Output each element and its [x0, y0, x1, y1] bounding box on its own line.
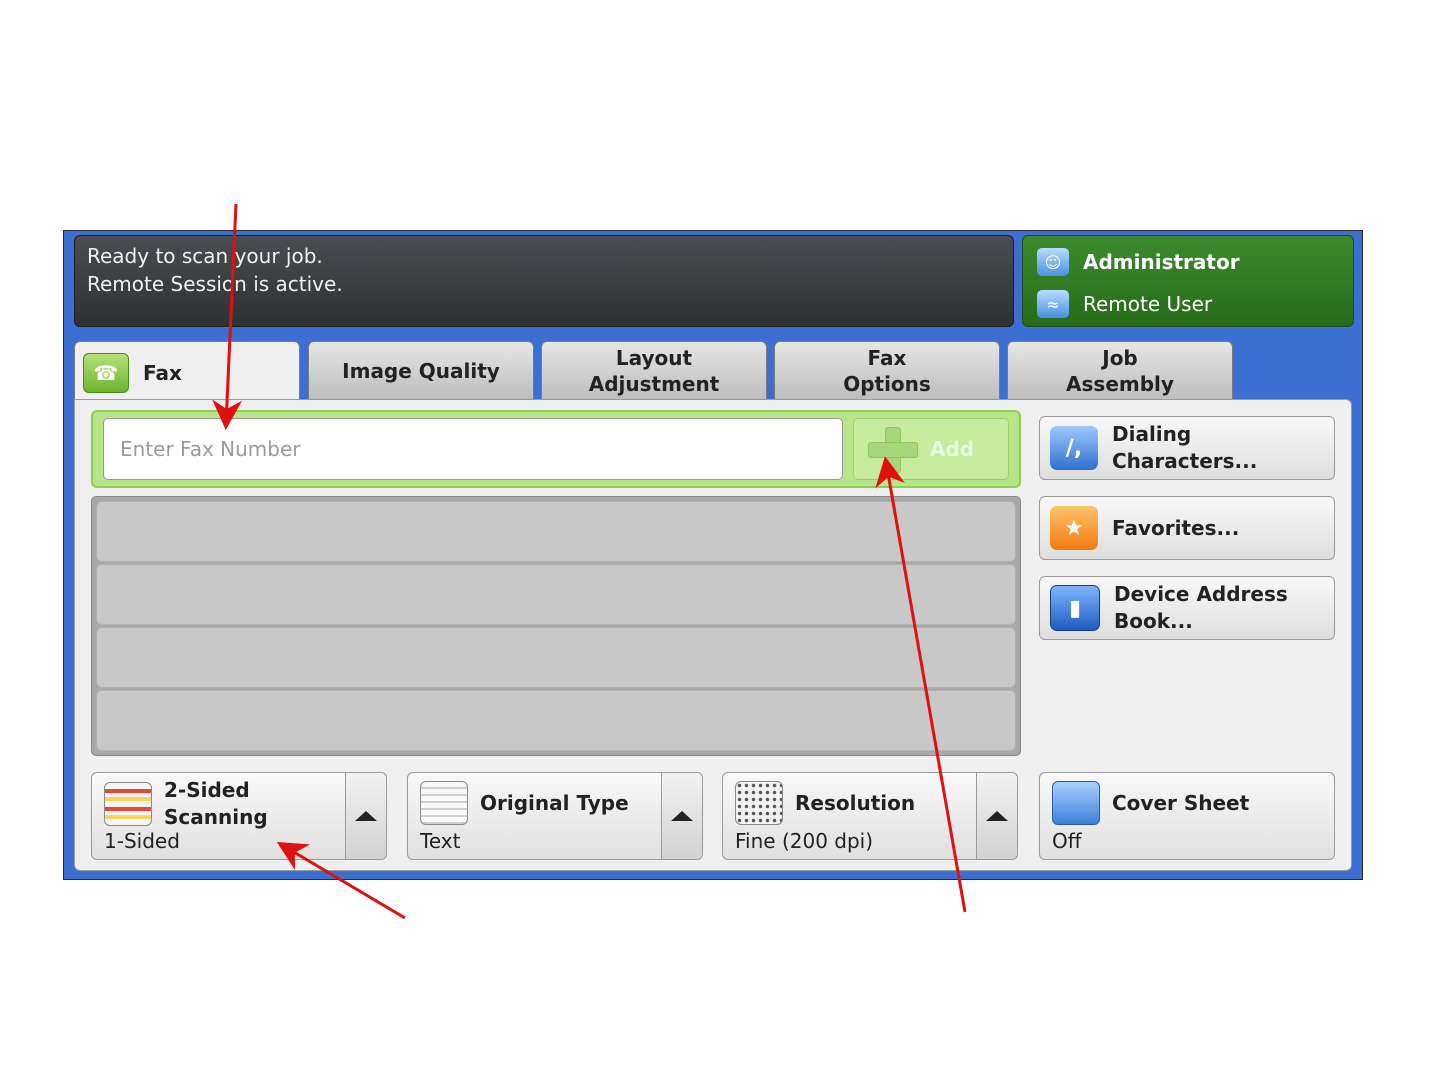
fax-number-input[interactable] [103, 418, 843, 480]
tab-fax-options-label: Fax Options [843, 345, 931, 396]
tab-job-assembly-label: Job Assembly [1066, 345, 1174, 396]
address-book-icon: ▮ [1050, 585, 1100, 631]
tab-layout-adjustment[interactable]: Layout Adjustment [541, 341, 767, 399]
two-sided-scanning-value: 1-Sided [104, 829, 180, 853]
up-arrow-icon [986, 811, 1008, 821]
status-line-2: Remote Session is active. [87, 272, 343, 296]
fax-app-frame: Ready to scan your job. Remote Session i… [63, 230, 1363, 880]
original-type-value: Text [420, 829, 461, 853]
star-icon: ★ [1050, 506, 1098, 550]
cover-sheet-button[interactable]: Cover Sheet Off [1039, 772, 1335, 860]
resolution-arrow[interactable] [976, 773, 1017, 859]
fax-panel: Add /, Dialing Characters... ★ Favorites… [74, 399, 1352, 871]
tab-fax-label: Fax [143, 360, 182, 385]
remote-session-icon: ≈ [1037, 290, 1069, 318]
plus-icon [868, 427, 918, 473]
add-button[interactable]: Add [853, 418, 1009, 480]
original-type-arrow[interactable] [661, 773, 702, 859]
recipient-row[interactable] [96, 564, 1016, 625]
recipient-row[interactable] [96, 627, 1016, 688]
administrator-row[interactable]: ☺ Administrator [1037, 248, 1240, 276]
user-role: Administrator [1083, 250, 1240, 274]
cover-sheet-value: Off [1052, 829, 1082, 853]
two-sided-icon [104, 782, 152, 826]
device-address-book-label: Device Address Book... [1114, 582, 1288, 633]
user-session: Remote User [1083, 292, 1213, 316]
user-icon: ☺ [1037, 248, 1069, 276]
status-line-1: Ready to scan your job. [87, 244, 323, 268]
original-type-button[interactable]: Original Type Text [407, 772, 703, 860]
tab-image-quality[interactable]: Image Quality [308, 341, 534, 399]
recipient-row[interactable] [96, 690, 1016, 751]
fax-icon: ☎ [83, 352, 129, 393]
resolution-label: Resolution [795, 790, 916, 815]
add-button-label: Add [930, 437, 975, 461]
cover-sheet-label: Cover Sheet [1112, 790, 1250, 815]
favorites-label: Favorites... [1112, 515, 1240, 540]
up-arrow-icon [671, 811, 693, 821]
up-arrow-icon [355, 811, 377, 821]
tab-job-assembly[interactable]: Job Assembly [1007, 341, 1233, 399]
dialing-characters-button[interactable]: /, Dialing Characters... [1039, 416, 1335, 480]
tab-layout-adjustment-label: Layout Adjustment [588, 345, 720, 396]
tab-fax-options[interactable]: Fax Options [774, 341, 1000, 399]
tab-fax[interactable]: ☎ Fax [74, 341, 300, 403]
two-sided-scanning-button[interactable]: 2-Sided Scanning 1-Sided [91, 772, 387, 860]
device-address-book-button[interactable]: ▮ Device Address Book... [1039, 576, 1335, 640]
dialing-characters-icon: /, [1050, 426, 1098, 470]
fax-number-entry: Add [91, 410, 1021, 488]
two-sided-scanning-label: 2-Sided Scanning [164, 778, 268, 829]
favorites-button[interactable]: ★ Favorites... [1039, 496, 1335, 560]
cover-sheet-icon [1052, 781, 1100, 825]
dialing-characters-label: Dialing Characters... [1112, 422, 1258, 473]
document-icon [420, 781, 468, 825]
resolution-button[interactable]: Resolution Fine (200 dpi) [722, 772, 1018, 860]
status-message-area: Ready to scan your job. Remote Session i… [74, 235, 1014, 327]
recipient-list [91, 496, 1021, 756]
remote-user-row: ≈ Remote User [1037, 290, 1212, 318]
resolution-grid-icon [735, 781, 783, 825]
resolution-value: Fine (200 dpi) [735, 829, 874, 853]
recipient-row[interactable] [96, 501, 1016, 562]
user-panel[interactable]: ☺ Administrator ≈ Remote User [1022, 235, 1354, 327]
original-type-label: Original Type [480, 790, 629, 815]
tab-image-quality-label: Image Quality [342, 358, 500, 383]
two-sided-scanning-arrow[interactable] [345, 773, 386, 859]
